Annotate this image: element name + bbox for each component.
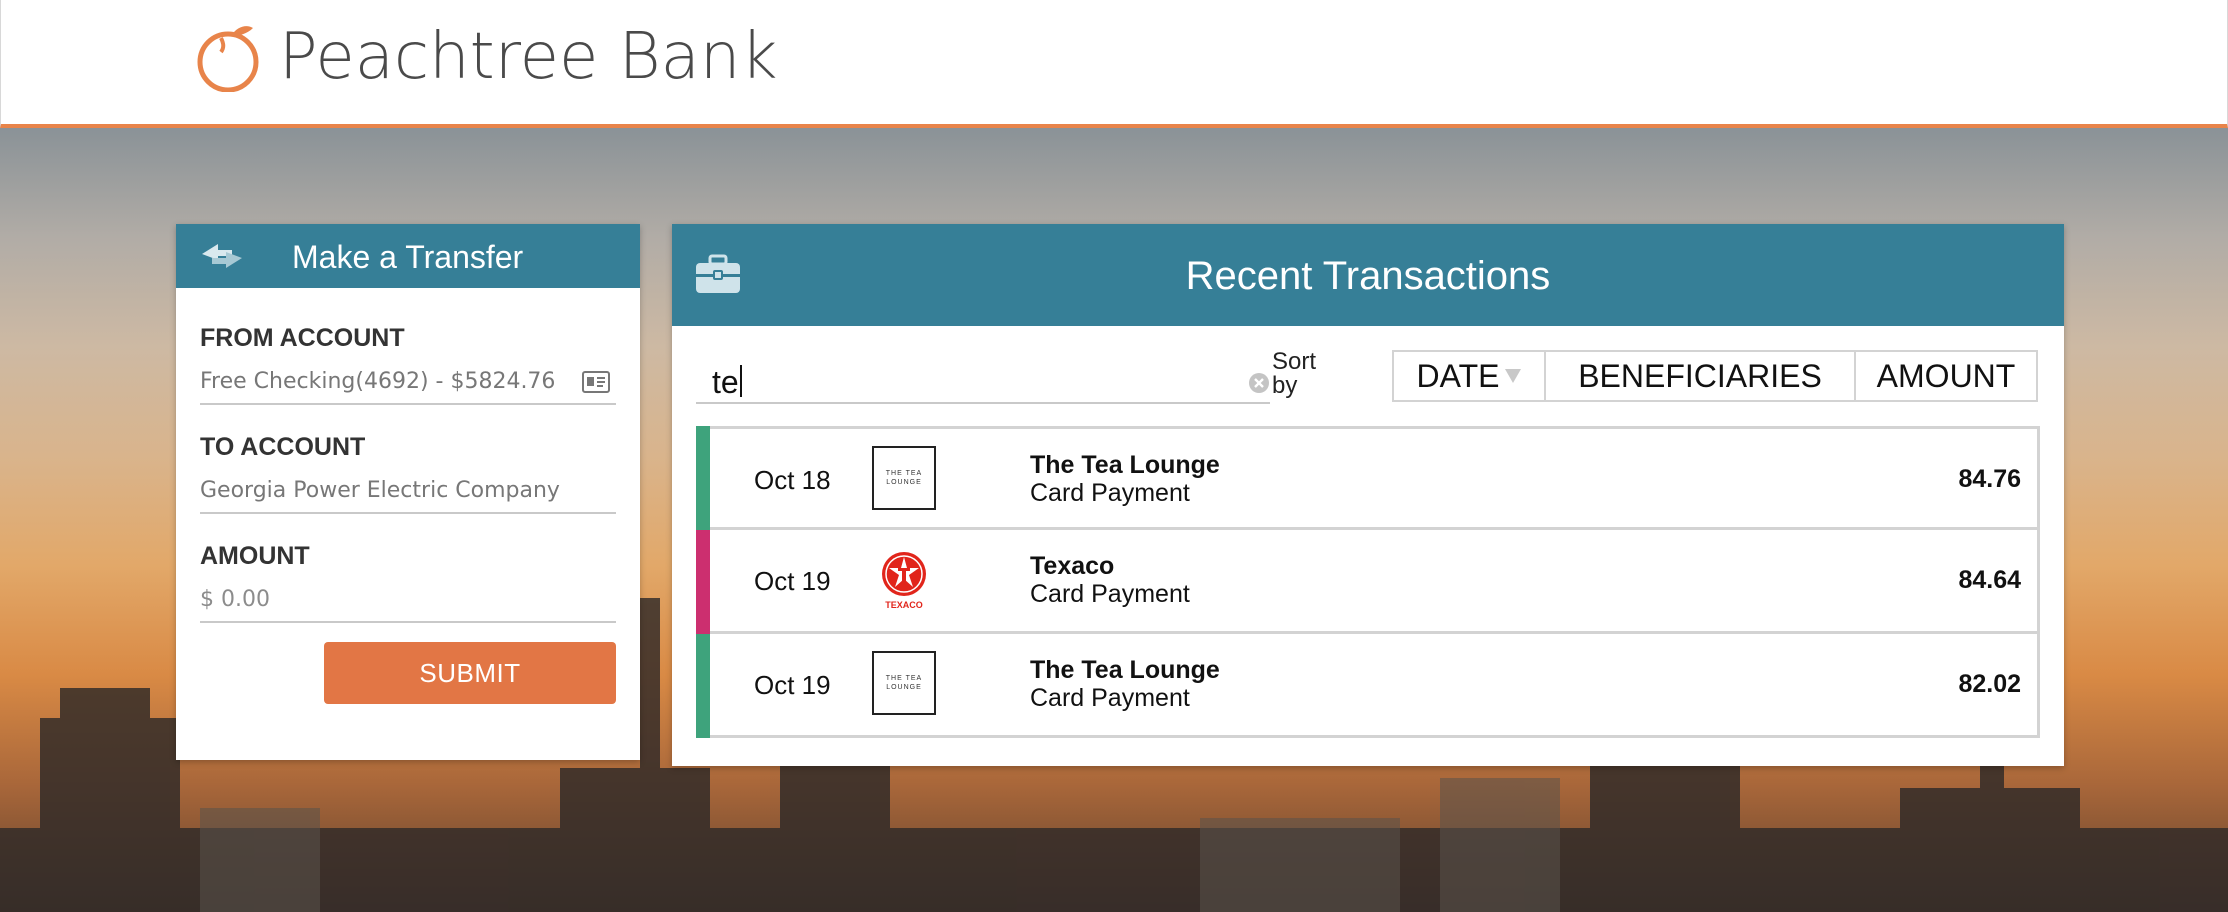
- transactions-panel-header: Recent Transactions: [672, 224, 2064, 326]
- top-bar: Peachtree Bank: [0, 0, 2228, 128]
- transaction-date: Oct 18: [754, 465, 831, 495]
- merchant-name: The Tea Lounge: [1030, 656, 1220, 684]
- category-color-stripe: [696, 634, 710, 738]
- payment-type: Card Payment: [1030, 684, 1190, 712]
- transaction-row[interactable]: Oct 19 TEXACO Texaco Card Payment 84.64: [696, 530, 2040, 634]
- sort-beneficiaries-button[interactable]: BENEFICIARIES: [1546, 352, 1856, 400]
- transfer-panel: Make a Transfer FROM ACCOUNT Free Checki…: [176, 224, 640, 760]
- to-account-value: Georgia Power Electric Company: [200, 478, 560, 503]
- brand-logo[interactable]: Peachtree Bank: [191, 20, 778, 94]
- texaco-logo: TEXACO: [872, 547, 936, 611]
- tea-logo-line-2: LOUNGE: [886, 684, 922, 691]
- from-account-field[interactable]: Free Checking(4692) - $5824.76: [200, 365, 616, 405]
- from-account-label: FROM ACCOUNT: [200, 324, 405, 352]
- transaction-date: Oct 19: [754, 670, 831, 700]
- payment-type: Card Payment: [1030, 479, 1190, 507]
- sort-by-label: Sort by: [1272, 348, 1317, 399]
- transfer-title: Make a Transfer: [292, 239, 524, 275]
- from-account-value: Free Checking(4692) - $5824.76: [200, 369, 556, 394]
- to-account-label: TO ACCOUNT: [200, 433, 366, 461]
- tea-logo-line-2: LOUNGE: [886, 479, 922, 486]
- transaction-row[interactable]: Oct 18 THE TEA LOUNGE The Tea Lounge Car…: [696, 426, 2040, 530]
- transaction-merchant: The Tea Lounge Card Payment: [1030, 656, 1220, 712]
- transactions-title: Recent Transactions: [1185, 254, 1551, 298]
- transaction-amount: 84.64: [1958, 566, 2021, 594]
- sort-descending-icon: [1505, 369, 1522, 383]
- clear-search-icon[interactable]: [1248, 372, 1270, 394]
- transaction-merchant: Texaco Card Payment: [1030, 552, 1190, 608]
- transaction-list: Oct 18 THE TEA LOUNGE The Tea Lounge Car…: [696, 426, 2040, 738]
- transaction-merchant: The Tea Lounge Card Payment: [1030, 451, 1220, 507]
- tea-logo-line-1: THE TEA: [885, 675, 923, 682]
- search-field[interactable]: te: [696, 360, 1270, 404]
- submit-button[interactable]: SUBMIT: [324, 642, 616, 704]
- sort-options: DATE BENEFICIARIES AMOUNT: [1392, 350, 2038, 402]
- to-account-field[interactable]: Georgia Power Electric Company: [200, 474, 616, 514]
- sort-date-label: DATE: [1416, 357, 1500, 394]
- brand-name: Peachtree Bank: [279, 20, 778, 94]
- merchant-name: The Tea Lounge: [1030, 451, 1220, 479]
- tea-lounge-logo: THE TEA LOUNGE: [872, 446, 936, 510]
- transaction-row[interactable]: Oct 19 THE TEA LOUNGE The Tea Lounge Car…: [696, 634, 2040, 738]
- transaction-amount: 84.76: [1958, 465, 2021, 493]
- amount-input[interactable]: $ 0.00: [200, 583, 616, 623]
- search-input[interactable]: te: [712, 364, 742, 401]
- transfer-form: FROM ACCOUNT Free Checking(4692) - $5824…: [200, 324, 616, 651]
- merchant-name: Texaco: [1030, 552, 1115, 580]
- account-card-icon[interactable]: [582, 371, 610, 393]
- tea-lounge-logo: THE TEA LOUNGE: [872, 651, 936, 715]
- category-color-stripe: [696, 530, 710, 634]
- transfer-arrows-icon: [202, 244, 242, 268]
- amount-placeholder: $ 0.00: [200, 587, 270, 612]
- tea-logo-line-1: THE TEA: [885, 470, 923, 477]
- texaco-logo-text: TEXACO: [885, 600, 923, 610]
- amount-label: AMOUNT: [200, 542, 310, 570]
- sort-date-button[interactable]: DATE: [1394, 352, 1546, 400]
- transaction-amount: 82.02: [1958, 670, 2021, 698]
- peach-icon: [197, 26, 259, 92]
- payment-type: Card Payment: [1030, 580, 1190, 608]
- sort-amount-button[interactable]: AMOUNT: [1856, 352, 2036, 400]
- transaction-date: Oct 19: [754, 566, 831, 596]
- transfer-panel-header: Make a Transfer: [176, 224, 640, 288]
- transactions-panel: Recent Transactions te Sort by DATE BENE…: [672, 224, 2064, 766]
- category-color-stripe: [696, 426, 710, 530]
